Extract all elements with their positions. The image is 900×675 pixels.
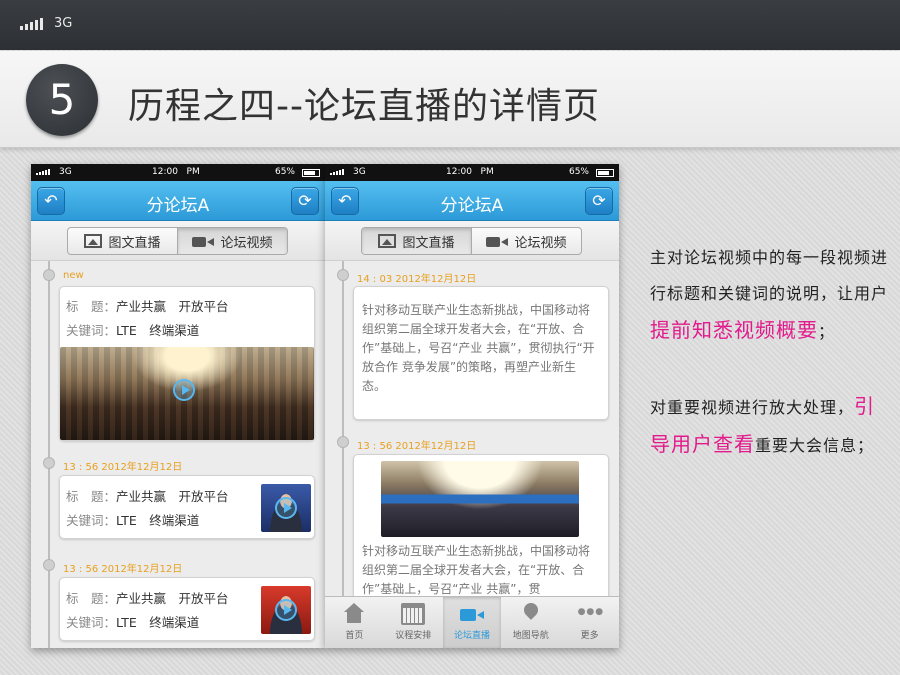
- tab-forum-video[interactable]: 论坛视频: [471, 228, 581, 254]
- signal-icon: [330, 169, 344, 175]
- video-list: new 标 题：产业共赢 开放平台 关键词：LTE 终端渠道 13 : 56 2…: [31, 261, 325, 648]
- refresh-button[interactable]: ⟳: [291, 187, 319, 215]
- battery-icon: [596, 169, 614, 177]
- map-pin-icon: [519, 603, 543, 625]
- nav-title: 分论坛A: [146, 196, 210, 216]
- description-paragraph-1: 主对论坛视频中的每一段视频进行标题和关键词的说明，让用户提前知悉视频概要；: [650, 248, 889, 342]
- video-card[interactable]: 标 题：产业共赢 开放平台 关键词：LTE 终端渠道: [59, 286, 315, 441]
- network-label: 3G: [54, 16, 73, 31]
- post-photo[interactable]: [381, 461, 579, 537]
- video-camera-icon: [192, 234, 215, 248]
- play-icon[interactable]: [275, 599, 297, 621]
- segmented-tabs: 图文直播 论坛视频: [325, 221, 619, 261]
- tabbar-more[interactable]: 更多: [560, 597, 619, 648]
- timestamp: 13 : 56 2012年12月12日: [63, 462, 183, 473]
- live-post-card[interactable]: 针对移动互联产业生态新挑战，中国移动将组织第二届全球开发者大会，在“开放、合作”…: [353, 454, 609, 604]
- video-camera-icon: [486, 234, 509, 248]
- live-post-card[interactable]: 针对移动互联产业生态新挑战，中国移动将组织第二届全球开发者大会，在“开放、合作”…: [353, 286, 609, 420]
- slide-title-banner: 5 历程之四--论坛直播的详情页: [0, 51, 900, 148]
- tab-image-text-live[interactable]: 图文直播: [68, 228, 177, 254]
- timestamp: 13 : 56 2012年12月12日: [63, 564, 183, 575]
- more-dots-icon: [578, 603, 602, 625]
- network-label: 3G: [59, 167, 72, 177]
- video-title-row: 标 题：产业共赢 开放平台: [66, 489, 229, 504]
- phone-mockup-video: 3G 12:00 PM 65% ↶ 分论坛A ⟳ 图文直播 论坛视频 new 标…: [31, 164, 325, 648]
- timeline-dot: [337, 269, 349, 281]
- timeline-dot: [337, 436, 349, 448]
- status-time: 12:00 PM: [152, 167, 200, 177]
- slide-title: 历程之四--论坛直播的详情页: [128, 86, 600, 127]
- video-thumbnail[interactable]: [60, 347, 314, 440]
- tabbar-forum-live[interactable]: 论坛直播: [442, 597, 502, 648]
- phone-status-bar: 3G 12:00 PM 65%: [325, 164, 619, 181]
- timeline-dot: [43, 457, 55, 469]
- video-thumbnail[interactable]: [261, 484, 311, 532]
- signal-icon: [20, 18, 43, 30]
- refresh-icon: ⟳: [298, 191, 312, 210]
- video-card[interactable]: 标 题：产业共赢 开放平台 关键词：LTE 终端渠道: [59, 577, 315, 641]
- timestamp: 14 : 03 2012年12月12日: [357, 274, 477, 285]
- battery-icon: [302, 169, 320, 177]
- nav-bar: ↶ 分论坛A ⟳: [31, 181, 325, 221]
- video-keywords-row: 关键词：LTE 终端渠道: [66, 513, 200, 528]
- video-card[interactable]: 标 题：产业共赢 开放平台 关键词：LTE 终端渠道: [59, 475, 315, 539]
- phone-mockup-live: 3G 12:00 PM 65% ↶ 分论坛A ⟳ 图文直播 论坛视频 14 : …: [325, 164, 619, 648]
- new-tag: new: [63, 270, 84, 281]
- video-title-row: 标 题：产业共赢 开放平台: [66, 591, 229, 606]
- timeline-dot: [43, 559, 55, 571]
- timeline-line: [342, 261, 344, 596]
- tabbar-agenda[interactable]: 议程安排: [384, 597, 443, 648]
- signal-icon: [36, 169, 50, 175]
- bottom-tab-bar: 首页 议程安排 论坛直播 地图导航 更多: [325, 596, 619, 648]
- video-thumbnail[interactable]: [261, 586, 311, 634]
- picture-icon: [378, 234, 397, 248]
- refresh-icon: ⟳: [592, 191, 606, 210]
- picture-icon: [84, 234, 103, 248]
- tab-forum-video[interactable]: 论坛视频: [177, 228, 287, 254]
- description-text: 主对论坛视频中的每一段视频进行标题和关键词的说明，让用户提前知悉视频概要； 对重…: [650, 240, 890, 464]
- battery-percent: 65%: [568, 167, 589, 177]
- nav-title: 分论坛A: [440, 196, 504, 216]
- video-camera-icon: [459, 603, 484, 625]
- post-text: 针对移动互联产业生态新挑战，中国移动将组织第二届全球开发者大会，在“开放、合作”…: [362, 303, 595, 393]
- status-time: 12:00 PM: [446, 167, 494, 177]
- video-keywords-row: 关键词：LTE 终端渠道: [66, 615, 200, 630]
- device-status-bar: 3G: [0, 0, 900, 50]
- tabbar-map[interactable]: 地图导航: [501, 597, 560, 648]
- tab-image-text-live[interactable]: 图文直播: [362, 228, 471, 254]
- home-icon: [342, 603, 366, 625]
- refresh-button[interactable]: ⟳: [585, 187, 613, 215]
- timestamp: 13 : 56 2012年12月12日: [357, 441, 477, 452]
- video-keywords-row: 关键词：LTE 终端渠道: [66, 323, 200, 338]
- tabbar-home[interactable]: 首页: [325, 597, 384, 648]
- live-post-list: 14 : 03 2012年12月12日 针对移动互联产业生态新挑战，中国移动将组…: [325, 261, 619, 604]
- video-title-row: 标 题：产业共赢 开放平台: [66, 299, 229, 314]
- timeline-dot: [43, 269, 55, 281]
- battery-percent: 65%: [274, 167, 295, 177]
- network-label: 3G: [353, 167, 366, 177]
- timeline-line: [48, 261, 50, 648]
- segmented-tabs: 图文直播 论坛视频: [31, 221, 325, 261]
- post-text: 针对移动互联产业生态新挑战，中国移动将组织第二届全球开发者大会，在“开放、合作”…: [362, 544, 591, 596]
- calendar-icon: [401, 603, 426, 625]
- play-icon[interactable]: [275, 497, 297, 519]
- phone-status-bar: 3G 12:00 PM 65%: [31, 164, 325, 181]
- nav-bar: ↶ 分论坛A ⟳: [325, 181, 619, 221]
- step-number-badge: 5: [26, 64, 98, 136]
- play-icon[interactable]: [173, 379, 195, 401]
- description-paragraph-2: 对重要视频进行放大处理，引导用户查看重要大会信息；: [650, 394, 876, 456]
